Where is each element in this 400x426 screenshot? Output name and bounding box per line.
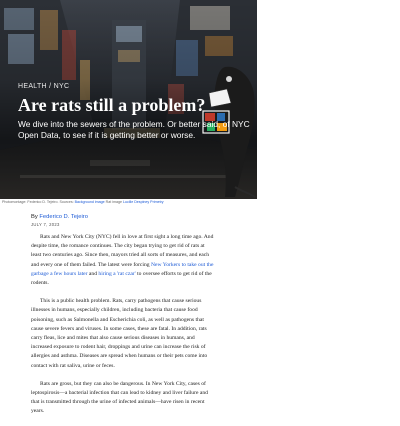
- publish-date: JULY 7, 2023: [31, 222, 60, 227]
- article-category[interactable]: HEALTH / NYC: [18, 83, 69, 90]
- hero-image: HEALTH / NYC Are rats still a problem? W…: [0, 0, 257, 199]
- author-link[interactable]: Federico D. Tejeiro: [39, 214, 88, 220]
- credit-prefix: Photomontage: Federico D. Tejeiro. Sourc…: [2, 200, 74, 204]
- article-paragraph: Rats and New York City (NYC) fell in lov…: [31, 233, 214, 288]
- background-image-link[interactable]: Background image: [75, 200, 105, 204]
- article-subtitle: We dive into the sewers of the problem. …: [18, 119, 250, 140]
- byline-prefix: By: [31, 214, 38, 220]
- rat-czar-link[interactable]: hiring a 'rat czar': [98, 271, 135, 277]
- article-title: Are rats still a problem?: [18, 95, 206, 115]
- article-paragraph: Rats are gross, but they can also be dan…: [31, 380, 208, 415]
- byline: By Federico D. Tejeiro: [31, 214, 88, 220]
- image-credit: Photomontage: Federico D. Tejeiro. Sourc…: [2, 200, 256, 204]
- paragraph-text: and: [87, 270, 99, 277]
- rat-image-link[interactable]: Lucille Despiney Primetry: [123, 200, 164, 204]
- credit-middle: Rat image: [105, 200, 123, 204]
- article-body: Rats and New York City (NYC) fell in lov…: [31, 233, 214, 426]
- article-paragraph: This is a public health problem. Rats, c…: [31, 298, 208, 369]
